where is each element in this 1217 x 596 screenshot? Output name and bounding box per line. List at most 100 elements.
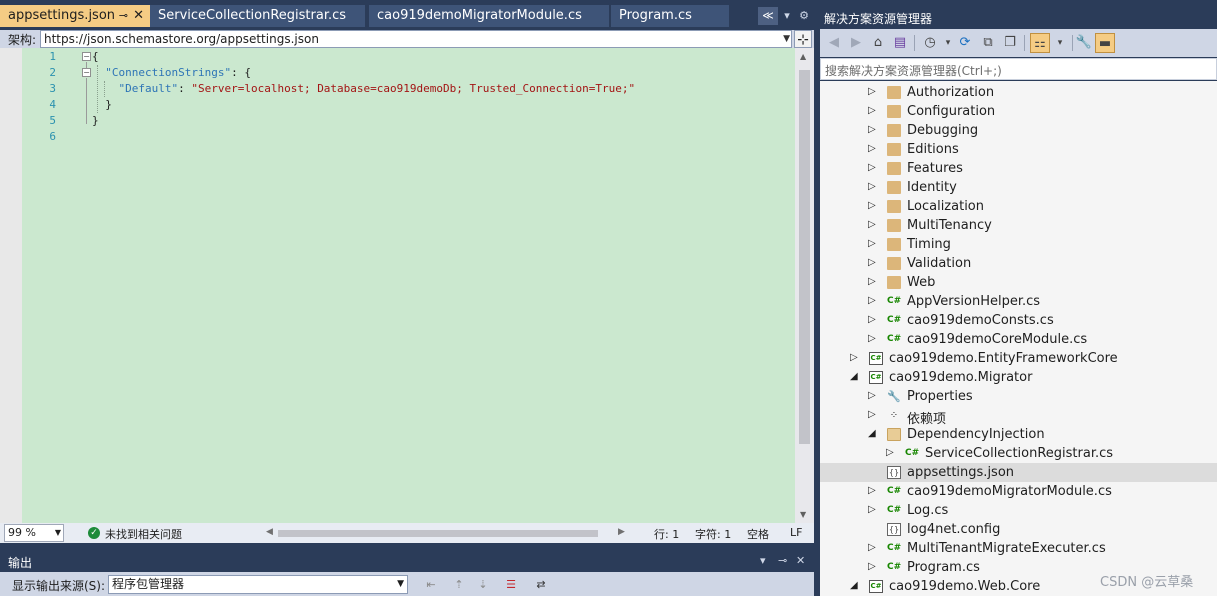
tree-item[interactable]: ▷ C# cao919demo.EntityFrameworkCore [820, 349, 1217, 368]
collapsed-arrow-icon[interactable]: ▷ [868, 276, 876, 287]
tab-service-collection-registrar[interactable]: ServiceCollectionRegistrar.cs [150, 5, 365, 27]
pin-icon[interactable]: ⊸ [119, 5, 128, 27]
word-wrap-icon[interactable]: ⇄ [532, 576, 550, 593]
collapse-icon[interactable]: − [82, 68, 91, 77]
tree-item[interactable]: ▷ ⁘ 依赖项 [820, 406, 1217, 427]
tree-item[interactable]: ▷ Authorization [820, 83, 1217, 102]
collapsed-arrow-icon[interactable]: ▷ [886, 447, 894, 458]
vertical-scrollbar[interactable]: ▲ ▼ [795, 48, 814, 523]
collapse-all-icon[interactable]: ⧉ [978, 33, 998, 53]
scroll-left-icon[interactable]: ◀ [266, 527, 273, 537]
window-dropdown-icon[interactable]: ▾ [760, 554, 766, 567]
collapsed-arrow-icon[interactable]: ▷ [868, 333, 876, 344]
collapsed-arrow-icon[interactable]: ▷ [850, 352, 858, 363]
tab-overflow-button[interactable]: ≪ [758, 7, 778, 25]
tree-item[interactable]: {} appsettings.json [820, 463, 1217, 482]
collapsed-arrow-icon[interactable]: ▷ [868, 314, 876, 325]
tree-item[interactable]: ▷ Editions [820, 140, 1217, 159]
home-icon[interactable]: ⌂ [868, 33, 888, 53]
show-all-files-icon[interactable]: ❐ [1000, 33, 1020, 53]
tree-item[interactable]: ▷ Timing [820, 235, 1217, 254]
collapsed-arrow-icon[interactable]: ▷ [868, 162, 876, 173]
gear-icon[interactable]: ⚙ [796, 7, 812, 25]
close-icon[interactable]: ✕ [133, 5, 144, 27]
tab-dropdown-icon[interactable]: ▾ [780, 7, 794, 25]
output-source-select[interactable]: 程序包管理器 ▼ [108, 575, 408, 594]
tree-item[interactable]: ▷ C# cao919demoMigratorModule.cs [820, 482, 1217, 501]
chevron-down-icon[interactable]: ▾ [1050, 33, 1070, 53]
collapsed-arrow-icon[interactable]: ▷ [868, 295, 876, 306]
solution-tree[interactable]: ▷ Authorization ▷ Configuration ▷ Debugging ▷ E… [820, 81, 1217, 596]
collapsed-arrow-icon[interactable]: ▷ [868, 143, 876, 154]
tree-item[interactable]: {} log4net.config [820, 520, 1217, 539]
switch-views-icon[interactable]: ▤ [890, 33, 910, 53]
tree-item[interactable]: ▷ Validation [820, 254, 1217, 273]
horizontal-scrollbar[interactable]: ◀ ▶ [266, 527, 628, 539]
tree-item[interactable]: ▷ MultiTenancy [820, 216, 1217, 235]
code-area[interactable] [82, 48, 795, 523]
expanded-arrow-icon[interactable]: ◢ [850, 580, 858, 591]
expanded-arrow-icon[interactable]: ◢ [868, 428, 876, 439]
collapsed-arrow-icon[interactable]: ▷ [868, 485, 876, 496]
collapsed-arrow-icon[interactable]: ▷ [868, 86, 876, 97]
tab-program-cs[interactable]: Program.cs [611, 5, 729, 27]
next-message-icon[interactable]: ⇣ [474, 576, 492, 593]
tree-item[interactable]: ▷ C# ServiceCollectionRegistrar.cs [820, 444, 1217, 463]
tree-item[interactable]: ▷ C# AppVersionHelper.cs [820, 292, 1217, 311]
tree-item[interactable]: ▷ Web [820, 273, 1217, 292]
sync-active-document-icon[interactable]: ⚏ [1030, 33, 1050, 53]
scroll-thumb[interactable] [278, 530, 598, 537]
scroll-right-icon[interactable]: ▶ [618, 527, 625, 537]
collapsed-arrow-icon[interactable]: ▷ [868, 542, 876, 553]
clear-all-icon[interactable]: ☰ [502, 576, 520, 593]
whitespace-indicator[interactable]: 空格 [747, 526, 769, 542]
close-icon[interactable]: ✕ [796, 554, 805, 567]
collapsed-arrow-icon[interactable]: ▷ [868, 124, 876, 135]
previous-message-icon[interactable]: ⇡ [450, 576, 468, 593]
tree-item[interactable]: ▷ C# Log.cs [820, 501, 1217, 520]
scroll-down-icon[interactable]: ▼ [800, 510, 806, 519]
pin-icon[interactable]: ⊸ [778, 554, 787, 567]
tree-item[interactable]: ▷ C# MultiTenantMigrateExecuter.cs [820, 539, 1217, 558]
tree-item[interactable]: ▷ Identity [820, 178, 1217, 197]
tree-item[interactable]: ◢ DependencyInjection [820, 425, 1217, 444]
tree-item[interactable]: ◢ C# cao919demo.Migrator [820, 368, 1217, 387]
tree-item[interactable]: ▷ 🔧 Properties [820, 387, 1217, 406]
pending-changes-icon[interactable]: ◷ [920, 33, 940, 53]
tree-item[interactable]: ▷ Features [820, 159, 1217, 178]
collapsed-arrow-icon[interactable]: ▷ [868, 200, 876, 211]
tree-item[interactable]: ▷ C# cao919demoConsts.cs [820, 311, 1217, 330]
expanded-arrow-icon[interactable]: ◢ [850, 371, 858, 382]
issues-status[interactable]: 未找到相关问题 [105, 526, 182, 542]
tab-appsettings-json[interactable]: appsettings.json ⊸ ✕ [0, 5, 150, 27]
collapsed-arrow-icon[interactable]: ▷ [868, 504, 876, 515]
scroll-up-icon[interactable]: ▲ [800, 52, 806, 61]
back-icon[interactable]: ◀ [824, 33, 844, 53]
code-editor[interactable]: 1 2 3 4 5 6 − − { "ConnectionStrings": {… [0, 48, 814, 523]
collapsed-arrow-icon[interactable]: ▷ [868, 238, 876, 249]
zoom-dropdown[interactable]: 99 % ▼ [4, 524, 64, 542]
solution-explorer-search-input[interactable]: 搜索解决方案资源管理器(Ctrl+;) [820, 58, 1217, 80]
collapsed-arrow-icon[interactable]: ▷ [868, 409, 876, 420]
schema-dropdown[interactable]: https://json.schemastore.org/appsettings… [40, 30, 792, 48]
find-message-icon[interactable]: ⇤ [422, 576, 440, 593]
collapsed-arrow-icon[interactable]: ▷ [868, 105, 876, 116]
collapsed-arrow-icon[interactable]: ▷ [868, 390, 876, 401]
tab-migrator-module[interactable]: cao919demoMigratorModule.cs [369, 5, 609, 27]
tree-item[interactable]: ▷ Debugging [820, 121, 1217, 140]
collapse-icon[interactable]: − [82, 52, 91, 61]
properties-wrench-icon[interactable]: 🔧 [1074, 33, 1094, 53]
collapsed-arrow-icon[interactable]: ▷ [868, 219, 876, 230]
tree-item[interactable]: ▷ C# cao919demoCoreModule.cs [820, 330, 1217, 349]
eol-indicator[interactable]: LF [790, 526, 802, 539]
char-indicator[interactable]: 字符: 1 [695, 526, 731, 542]
forward-icon[interactable]: ▶ [846, 33, 866, 53]
split-window-button[interactable]: ⊹ [794, 30, 812, 48]
tree-item[interactable]: ▷ Configuration [820, 102, 1217, 121]
collapsed-arrow-icon[interactable]: ▷ [868, 561, 876, 572]
refresh-icon[interactable]: ⟳ [955, 33, 975, 53]
tree-item[interactable]: ▷ Localization [820, 197, 1217, 216]
line-indicator[interactable]: 行: 1 [654, 526, 679, 542]
scroll-thumb[interactable] [799, 70, 810, 444]
collapsed-arrow-icon[interactable]: ▷ [868, 257, 876, 268]
